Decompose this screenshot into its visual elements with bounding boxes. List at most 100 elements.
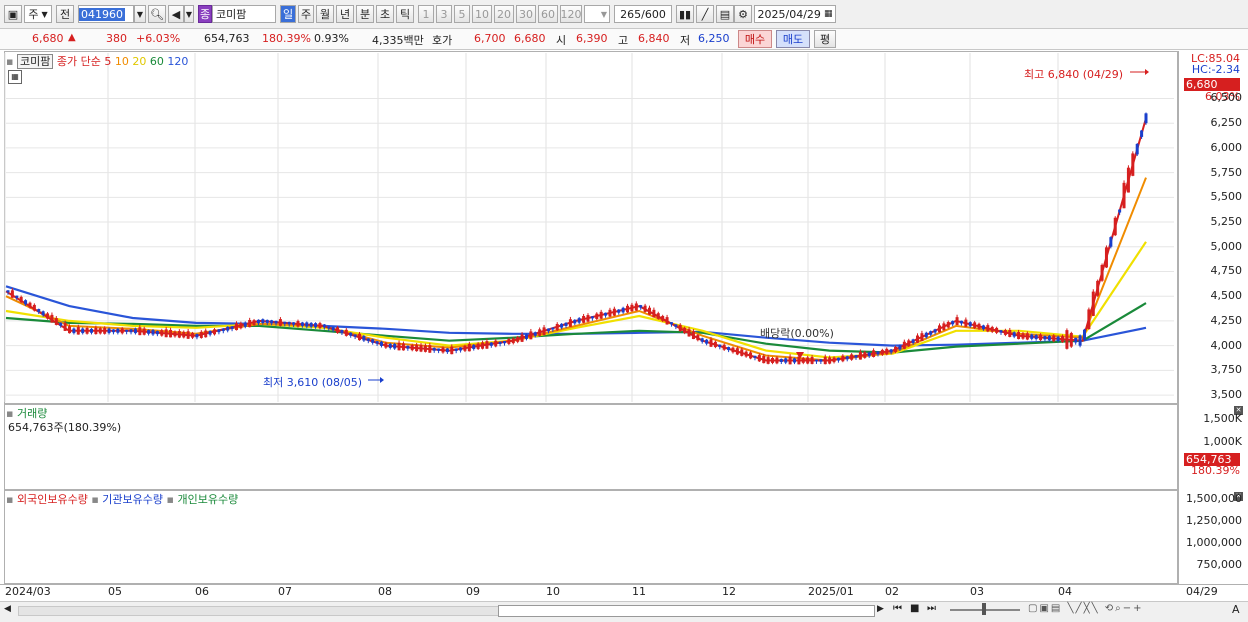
candle-body (727, 347, 731, 351)
candle-body (155, 331, 159, 335)
candle-body (410, 345, 414, 351)
candle-body (111, 329, 115, 333)
candle-body (788, 356, 792, 365)
candle-body (713, 341, 717, 348)
candle-body (234, 323, 238, 331)
price-tick-label: 3,500 (1210, 388, 1243, 402)
scroll-right-icon[interactable]: ▶ (877, 604, 889, 616)
candle-body (1082, 329, 1086, 340)
candle-body (1030, 334, 1034, 339)
candle-body (1078, 335, 1082, 346)
price-tick-label: 6,000 (1210, 140, 1243, 154)
legend-icon: ▪ (166, 493, 174, 506)
candle-body (1008, 330, 1012, 337)
candle-body (432, 347, 436, 351)
candle-body (366, 338, 370, 341)
scroll-left-icon[interactable]: ◀ (4, 604, 16, 616)
volume-chart-panel[interactable] (4, 404, 1178, 490)
candle-body (1003, 329, 1007, 335)
x-axis-label: 11 (632, 585, 646, 598)
candle-body (164, 329, 168, 338)
candle-body (867, 352, 871, 357)
candle-body (182, 331, 186, 338)
candle-body (489, 342, 493, 346)
candle-body (1126, 167, 1130, 193)
price-legend: ▪ 코미팜 종가 단순 5 10 20 60 120 (6, 53, 188, 69)
drawing-tools[interactable]: ▢▣▤ ╲╱╳╲ ⟲⌕−+ (1028, 603, 1228, 617)
candle-body (204, 330, 208, 338)
candle-body (217, 329, 221, 333)
candle-body (173, 331, 177, 337)
candle-body (916, 335, 920, 343)
candle-body (428, 345, 432, 353)
candle-body (836, 357, 840, 361)
institution-legend: 기관보유수량 (102, 493, 164, 506)
candle-body (661, 315, 665, 321)
candle-body (384, 342, 388, 348)
candle-body (678, 324, 682, 332)
candle-body (481, 342, 485, 349)
candle-body (72, 328, 76, 334)
candle-body (441, 347, 445, 353)
legend-icon: ▪ (91, 493, 99, 506)
candle-body (116, 328, 120, 333)
candle-body (221, 328, 225, 332)
candle-body (463, 345, 467, 351)
candle-body (1043, 336, 1047, 340)
stop-icon[interactable]: ■ (910, 603, 924, 617)
candle-body (322, 324, 326, 328)
candle-body (968, 322, 972, 327)
table-toggle-icon[interactable]: ▦ (8, 70, 22, 84)
candle-body (850, 354, 854, 360)
candle-body (696, 335, 700, 341)
ma-10-label: 10 (114, 55, 129, 68)
zoom-slider-handle[interactable] (982, 603, 986, 615)
candle-body (76, 327, 80, 335)
holdings-tick-label: 1,000,000 (1186, 535, 1242, 549)
chart-scrollbar[interactable] (18, 606, 500, 616)
price-tick-label: 5,500 (1210, 190, 1243, 204)
candle-body (24, 300, 28, 305)
candle-body (792, 358, 796, 363)
volume-badge-pct: 180.39% (1191, 464, 1240, 477)
candle-body (731, 347, 735, 353)
candle-body (419, 344, 423, 352)
candle-body (828, 357, 832, 364)
candle-body (933, 329, 937, 333)
candle-body (199, 331, 203, 338)
candle-body (454, 348, 458, 351)
candle-body (147, 330, 151, 334)
font-size-icon[interactable]: A (1232, 603, 1246, 617)
candle-body (15, 295, 19, 298)
candle-body (450, 346, 454, 355)
candle-body (415, 344, 419, 352)
low-marker-arrow (380, 377, 384, 383)
candle-body (740, 349, 744, 356)
candle-body (133, 328, 137, 334)
rewind-icon[interactable]: ⏮ (893, 603, 907, 617)
candle-body (564, 322, 568, 326)
candle-body (1025, 333, 1029, 340)
scrollbar-thumb[interactable] (498, 605, 875, 617)
candle-body (902, 341, 906, 349)
holdings-tick-label: 750,000 (1196, 557, 1243, 571)
candle-body (937, 325, 941, 333)
x-axis-label: 06 (195, 585, 209, 598)
candle-body (964, 319, 968, 327)
candle-body (344, 329, 348, 336)
candle-body (353, 334, 357, 337)
candle-body (362, 336, 366, 341)
candle-body (608, 309, 612, 317)
candle-body (586, 315, 590, 322)
candle-body (555, 323, 559, 331)
candle-body (256, 319, 260, 324)
candle-body (151, 330, 155, 335)
candle-body (300, 322, 304, 326)
candle-body (771, 358, 775, 363)
candle-body (1113, 217, 1117, 236)
candle-body (775, 357, 779, 364)
candle-body (94, 327, 98, 335)
candle-body (459, 347, 463, 351)
fast-forward-icon[interactable]: ⏭ (927, 603, 941, 617)
candle-body (854, 355, 858, 358)
